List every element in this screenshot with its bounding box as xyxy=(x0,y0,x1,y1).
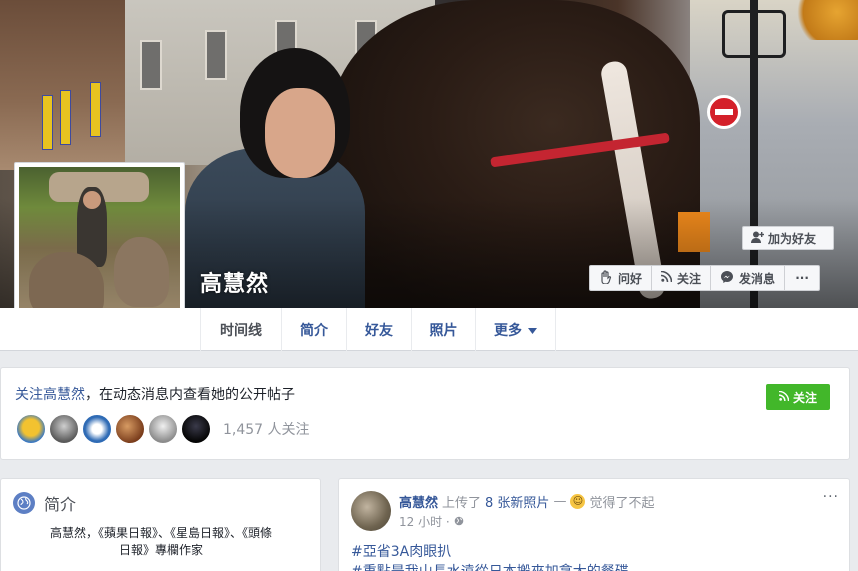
follower-avatar[interactable] xyxy=(15,413,47,445)
follower-avatar[interactable] xyxy=(48,413,80,445)
tab-about-label: 简介 xyxy=(300,322,328,339)
rss-icon xyxy=(660,270,673,285)
post-dash: — xyxy=(553,494,567,509)
tab-more[interactable]: 更多 xyxy=(475,308,556,351)
follow-cover-label: 关注 xyxy=(677,271,702,286)
more-dots-icon: ··· xyxy=(795,271,809,285)
wave-hand-icon xyxy=(599,269,613,287)
follower-count[interactable]: 1,457 人关注 xyxy=(223,419,310,439)
messenger-icon xyxy=(720,270,734,287)
post-feeling: 觉得了不起 xyxy=(589,496,655,511)
post-author-avatar[interactable] xyxy=(351,491,391,531)
post-time-label: 12 小时 · xyxy=(399,515,450,529)
tab-timeline-label: 时间线 xyxy=(220,322,262,339)
cover-tree xyxy=(788,0,858,40)
follow-button-label: 关注 xyxy=(792,390,817,405)
tab-timeline[interactable]: 时间线 xyxy=(200,308,281,351)
post-action-text: 上传了 xyxy=(442,496,482,511)
intro-bio-line: 高慧然，《蘋果日報》、《星島日報》、《頭條 xyxy=(49,526,272,540)
intro-bio: 高慧然，《蘋果日報》、《星島日報》、《頭條 日報》專欄作家 xyxy=(11,525,311,559)
post-hashtag[interactable]: #重點是我山長水遠從日本搬來加拿大的餐碟 xyxy=(351,561,629,571)
post-options-button[interactable]: ··· xyxy=(823,489,839,505)
post-header: 高慧然 上传了 8 张新照片 — ☺ 觉得了不起 xyxy=(399,492,654,511)
post-author-name[interactable]: 高慧然 xyxy=(399,492,438,511)
follow-cover-button[interactable]: 关注 xyxy=(652,266,712,290)
post-hashtag[interactable]: #亞省3A肉眼扒 xyxy=(351,541,451,561)
add-friend-button[interactable]: 加为好友 xyxy=(742,226,834,250)
rss-icon xyxy=(778,390,790,404)
profile-name[interactable]: 高慧然 xyxy=(200,266,269,298)
profile-action-bar: 问好 关注 发消息 ··· xyxy=(589,265,821,291)
add-friend-label: 加为好友 xyxy=(768,231,817,246)
post-photos-link[interactable]: 8 张新照片 xyxy=(485,492,549,511)
add-friend-icon xyxy=(751,231,765,246)
follow-name-link[interactable]: 关注高慧然 xyxy=(15,387,85,403)
intro-card: 简介 高慧然，《蘋果日報》、《星島日報》、《頭條 日報》專欄作家 xyxy=(0,478,321,571)
tab-friends-label: 好友 xyxy=(365,322,393,339)
tab-friends[interactable]: 好友 xyxy=(346,308,411,351)
intro-bio-line: 日報》專欄作家 xyxy=(118,543,203,557)
wave-button[interactable]: 问好 xyxy=(590,266,653,290)
intro-header: 简介 xyxy=(13,491,76,515)
cover-banner xyxy=(90,82,101,137)
follow-prompt-card: 关注高慧然，在动态消息内查看她的公开帖子 关注 1,457 人关注 xyxy=(0,367,850,460)
caret-down-icon xyxy=(528,322,537,338)
follower-avatar[interactable] xyxy=(180,413,212,445)
privacy-globe-icon xyxy=(454,515,464,529)
cover-banner xyxy=(42,95,53,150)
post-card: 高慧然 上传了 8 张新照片 — ☺ 觉得了不起 12 小时 · ··· #亞省… xyxy=(338,478,850,571)
message-label: 发消息 xyxy=(739,271,776,286)
tab-photos[interactable]: 照片 xyxy=(411,308,475,351)
no-entry-sign xyxy=(707,95,741,129)
tab-more-label: 更多 xyxy=(494,322,522,339)
follow-button[interactable]: 关注 xyxy=(766,384,830,410)
tab-about[interactable]: 简介 xyxy=(281,308,346,351)
follower-avatar[interactable] xyxy=(114,413,146,445)
intro-title: 简介 xyxy=(44,495,77,514)
cover-banner xyxy=(60,90,71,145)
follow-prompt-text: 关注高慧然，在动态消息内查看她的公开帖子 xyxy=(15,384,295,404)
smile-emoji-icon: ☺ xyxy=(570,494,586,509)
follower-avatar[interactable] xyxy=(147,413,179,445)
globe-icon xyxy=(13,492,35,514)
tab-photos-label: 照片 xyxy=(429,322,458,339)
profile-tab-bar: 时间线 简介 好友 照片 更多 xyxy=(0,308,858,351)
follow-prompt-suffix: ，在动态消息内查看她的公开帖子 xyxy=(85,387,295,403)
follower-avatars: 1,457 人关注 xyxy=(15,413,310,445)
post-timestamp[interactable]: 12 小时 · xyxy=(399,513,464,530)
wave-label: 问好 xyxy=(618,271,643,286)
more-options-button[interactable]: ··· xyxy=(785,266,819,290)
follower-avatar[interactable] xyxy=(81,413,113,445)
message-button[interactable]: 发消息 xyxy=(711,266,786,290)
